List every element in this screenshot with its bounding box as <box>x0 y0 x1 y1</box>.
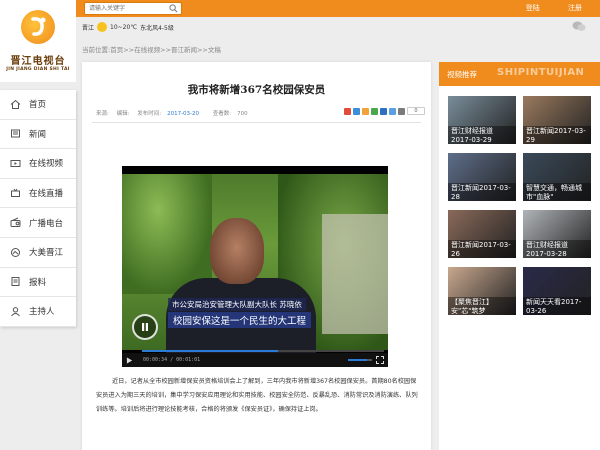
news-icon <box>10 128 21 139</box>
recommend-title: 视频推荐 <box>447 70 477 79</box>
more-share-icon[interactable] <box>398 107 405 115</box>
views-value: 700 <box>237 111 248 117</box>
divider <box>92 122 421 123</box>
sidebar-item-video[interactable]: 在线视频 <box>0 149 76 179</box>
sidebar-item-label: 在线视频 <box>29 159 64 170</box>
recommend-video-item[interactable]: 晋江新闻2017-03-28 <box>448 153 516 201</box>
seek-bar-fill <box>142 350 278 352</box>
volume-slider[interactable] <box>348 357 372 363</box>
sun-icon <box>97 22 108 32</box>
recommend-video-caption: 新闻天天看2017-03-26 <box>523 297 591 315</box>
article-panel: 我市将新增367名校园保安员 来源: 编辑: 发布时间: 2017-03-20 查… <box>82 62 431 450</box>
sidebar-item-label: 主持人 <box>29 307 55 318</box>
recommend-video-item[interactable]: 晋江新闻2017-03-29 <box>523 96 591 144</box>
weather-wind: 东北风4-5级 <box>140 24 174 32</box>
recommend-video-item[interactable]: 新闻天天看2017-03-26 <box>523 267 591 315</box>
article-title: 我市将新增367名校园保安员 <box>187 84 326 96</box>
recommend-video-caption: 晋江新闻2017-03-26 <box>448 240 516 258</box>
caption-speaker: 市公安局治安管理大队副大队长 苏晓依 <box>168 298 306 311</box>
recommend-video-item[interactable]: 【聚焦晋江】安"芯"筑梦 <box>448 267 516 315</box>
weather-widget: 晋江 10~20℃ 东北风4-5级 <box>82 22 174 32</box>
article-meta: 来源: 编辑: 发布时间: 2017-03-20 查看数: 700 <box>96 109 254 117</box>
sidebar-item-label: 新闻 <box>29 129 47 140</box>
chat-icon[interactable] <box>572 21 586 32</box>
editor-label: 编辑: <box>116 111 130 117</box>
search-box[interactable] <box>84 2 182 15</box>
sidebar-item-label: 首页 <box>29 100 47 111</box>
recommend-video-item[interactable]: 智慧交通，畅通城市"血脉" <box>523 153 591 201</box>
recommend-video-item[interactable]: 晋江财经报道2017-03-28 <box>523 210 591 258</box>
fullscreen-icon[interactable] <box>376 356 384 364</box>
published-value: 2017-03-20 <box>167 111 200 117</box>
wechat-icon[interactable] <box>371 107 378 115</box>
site-logo[interactable]: 晋江电视台 JIN JIANG DIAN SHI TAI <box>0 0 76 82</box>
sidebar-nav: 首页 新闻 在线视频 在线直播 广播电台 大美晋江 报料 主持人 <box>0 90 76 327</box>
play-icon[interactable] <box>126 356 133 364</box>
recommend-video-caption: 晋江新闻2017-03-29 <box>523 126 591 144</box>
live-icon <box>10 188 21 199</box>
sidebar-item-label: 大美晋江 <box>29 248 64 259</box>
sidebar-item-radio[interactable]: 广播电台 <box>0 208 76 238</box>
search-icon[interactable] <box>169 4 178 13</box>
recommend-video-caption: 晋江新闻2017-03-28 <box>448 183 516 201</box>
video-icon <box>10 158 21 169</box>
published-label: 发布时间: <box>137 111 162 117</box>
pause-button[interactable] <box>132 314 158 340</box>
sidebar-item-home[interactable]: 首页 <box>0 90 76 120</box>
sidebar-item-live[interactable]: 在线直播 <box>0 179 76 209</box>
recommend-video-item[interactable]: 晋江财经报道2017-03-29 <box>448 96 516 144</box>
recommend-title-en: SHIPINTUIJIAN <box>497 67 585 78</box>
pause-icon <box>142 323 148 331</box>
qzone-icon[interactable] <box>353 107 360 115</box>
sidebar-item-report[interactable]: 报料 <box>0 268 76 298</box>
sidebar-item-label: 在线直播 <box>29 189 64 200</box>
tencent-icon[interactable] <box>389 107 396 115</box>
sidebar-item-label: 广播电台 <box>29 218 64 229</box>
weather-city: 晋江 <box>82 24 95 32</box>
report-icon <box>10 276 21 287</box>
recommend-header: 视频推荐 SHIPINTUIJIAN <box>439 62 600 86</box>
login-link[interactable]: 登陆 <box>526 4 540 12</box>
sidebar-item-scenery[interactable]: 大美晋江 <box>0 238 76 268</box>
recommend-video-caption: 晋江财经报道2017-03-29 <box>448 126 516 144</box>
recommend-video-item[interactable]: 晋江新闻2017-03-26 <box>448 210 516 258</box>
register-link[interactable]: 注册 <box>568 4 582 12</box>
breadcrumb[interactable]: 当前位置:首页>>在线视频>>晋江新闻>>文稿 <box>82 44 221 54</box>
article-body: 近日，记者从全市校园新增保安员资格培训会上了解到，三年内我市将新增367名校园保… <box>96 378 418 413</box>
star-icon[interactable] <box>362 107 369 115</box>
search-input[interactable] <box>85 3 165 14</box>
weibo-icon[interactable] <box>344 107 351 115</box>
scenery-icon <box>10 247 21 258</box>
renren-icon[interactable] <box>380 107 387 115</box>
views-label: 查看数: <box>212 111 232 117</box>
share-bar: 0 <box>344 107 427 115</box>
logo-name-cn: 晋江电视台 <box>10 56 66 67</box>
top-bar: 登陆 注册 <box>0 0 600 17</box>
sidebar-item-host[interactable]: 主持人 <box>0 297 76 327</box>
radio-icon <box>10 217 21 228</box>
sidebar-item-label: 报料 <box>29 277 47 288</box>
recommend-video-caption: 智慧交通，畅通城市"血脉" <box>523 183 591 201</box>
video-player[interactable]: 市公安局治安管理大队副大队长 苏晓依 校园安保这是一个民生的大工程 00:00:… <box>122 166 388 367</box>
recommend-panel: 视频推荐 SHIPINTUIJIAN 晋江财经报道2017-03-29 晋江新闻2… <box>439 62 600 450</box>
weather-temp: 10~20℃ <box>110 23 138 31</box>
seek-bar[interactable] <box>142 350 384 352</box>
host-icon <box>10 306 21 317</box>
home-icon <box>10 99 21 110</box>
share-count: 0 <box>407 107 425 115</box>
recommend-video-caption: 晋江财经报道2017-03-28 <box>523 240 591 258</box>
recommend-video-caption: 【聚焦晋江】安"芯"筑梦 <box>448 297 516 315</box>
logo-emblem-icon <box>21 10 55 44</box>
source-label: 来源: <box>96 111 109 117</box>
sidebar-item-news[interactable]: 新闻 <box>0 120 76 150</box>
time-display: 00:00:34 / 00:01:01 <box>143 357 201 363</box>
caption-quote: 校园安保这是一个民生的大工程 <box>168 312 312 328</box>
video-caption: 市公安局治安管理大队副大队长 苏晓依 校园安保这是一个民生的大工程 <box>168 298 312 328</box>
logo-name-en: JIN JIANG DIAN SHI TAI <box>6 67 70 72</box>
